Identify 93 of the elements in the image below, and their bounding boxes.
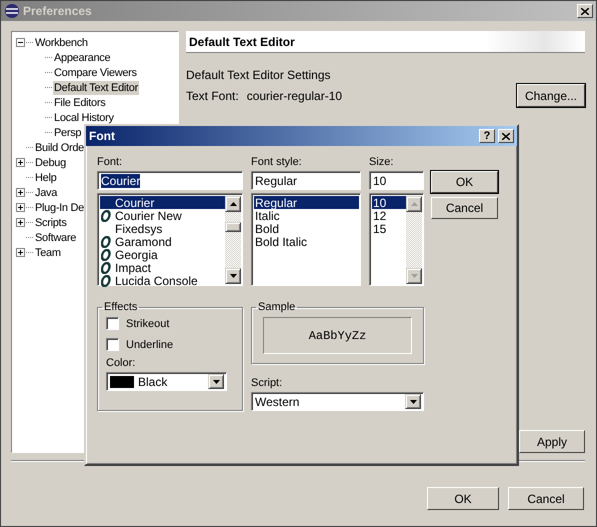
plus-icon bbox=[17, 189, 24, 196]
list-item[interactable]: 15 bbox=[372, 222, 406, 235]
field-label: Color: bbox=[106, 357, 136, 371]
text-font-value: courier-regular-10 bbox=[246, 88, 342, 102]
help-button[interactable]: ? bbox=[479, 129, 495, 143]
style-list[interactable]: Regular Italic Bold Bold Italic bbox=[251, 193, 361, 286]
dropdown-arrow-icon bbox=[410, 400, 416, 404]
apply-button[interactable]: Apply bbox=[519, 430, 585, 453]
app-icon bbox=[4, 3, 20, 19]
list-item[interactable]: Bold bbox=[254, 222, 359, 235]
scroll-down-icon bbox=[410, 274, 418, 278]
font-type-icon bbox=[101, 248, 111, 260]
list-item[interactable]: Courier New bbox=[100, 209, 225, 222]
window-title: Font bbox=[89, 129, 116, 143]
plus-icon bbox=[17, 219, 24, 226]
field-label: Font style: bbox=[251, 156, 303, 170]
text-font-label: Text Font: bbox=[186, 88, 239, 102]
dialog-button[interactable]: OK bbox=[427, 487, 499, 510]
tree-item[interactable]: Default Text Editor bbox=[53, 80, 139, 94]
dialog-button[interactable]: Cancel bbox=[508, 487, 584, 510]
plus-icon bbox=[17, 159, 24, 166]
tree-item[interactable]: Debug bbox=[34, 156, 67, 170]
list-item[interactable]: Regular bbox=[254, 196, 359, 209]
field-label: Script: bbox=[251, 377, 284, 391]
tree-item[interactable]: Compare Viewers bbox=[53, 66, 138, 80]
close-button[interactable] bbox=[498, 129, 514, 143]
scroll-thumb[interactable] bbox=[225, 222, 241, 232]
scrollbar[interactable] bbox=[225, 196, 241, 284]
dialog-button[interactable]: Cancel bbox=[431, 197, 498, 219]
tree-item[interactable]: File Editors bbox=[53, 96, 106, 110]
expander[interactable] bbox=[16, 188, 25, 197]
plus-icon bbox=[17, 249, 24, 256]
change-button[interactable]: Change... bbox=[517, 84, 585, 107]
script-dropdown[interactable]: Western bbox=[251, 392, 424, 411]
tree-item[interactable]: Build Orde bbox=[34, 140, 85, 154]
expander[interactable] bbox=[16, 158, 25, 167]
list-item[interactable]: Georgia bbox=[100, 248, 225, 261]
tree-item[interactable]: Software bbox=[34, 230, 78, 244]
scroll-down-icon bbox=[230, 274, 236, 278]
checkbox[interactable] bbox=[106, 338, 119, 351]
tree-item[interactable]: Scripts bbox=[34, 216, 68, 230]
window-title: Preferences bbox=[23, 4, 93, 18]
size-field[interactable]: 10 bbox=[369, 171, 424, 190]
checkbox[interactable] bbox=[106, 317, 119, 330]
field-label: Size: bbox=[369, 156, 394, 170]
plus-icon bbox=[17, 204, 24, 211]
list-item[interactable]: Impact bbox=[100, 261, 225, 274]
list-item[interactable]: Fixedsys bbox=[100, 222, 225, 235]
font-list[interactable]: Courier Courier New Fixedsys Garamond Georgia Impact Lucida Console bbox=[97, 193, 243, 286]
scrollbar[interactable] bbox=[406, 196, 422, 284]
size-list[interactable]: 10 12 15 bbox=[369, 193, 424, 286]
font-type-icon bbox=[101, 236, 111, 248]
tree-item[interactable]: Team bbox=[34, 246, 62, 260]
list-item[interactable]: Garamond bbox=[100, 235, 225, 248]
tree-item[interactable]: Help bbox=[34, 170, 58, 184]
close-button[interactable] bbox=[577, 4, 593, 18]
list-item[interactable]: Italic bbox=[254, 209, 359, 222]
group-title: Sample bbox=[257, 301, 296, 313]
minus-icon bbox=[17, 39, 24, 46]
font-field[interactable]: Courier bbox=[97, 171, 243, 190]
checkbox-label: Underline bbox=[126, 338, 174, 350]
expander[interactable] bbox=[16, 203, 25, 212]
font-type-icon bbox=[101, 274, 111, 286]
group-title: Effects bbox=[103, 301, 138, 313]
list-item[interactable]: 10 bbox=[372, 196, 406, 209]
tree-item[interactable]: Workbench bbox=[34, 36, 89, 50]
dropdown-arrow-icon bbox=[212, 380, 220, 384]
checkbox-label: Strikeout bbox=[126, 318, 170, 330]
tree-item[interactable]: Persp bbox=[53, 126, 82, 140]
settings-label: Default Text Editor Settings bbox=[186, 68, 331, 82]
scroll-up-icon bbox=[230, 202, 236, 206]
tree-item[interactable]: Local History bbox=[53, 110, 115, 124]
list-item[interactable]: Lucida Console bbox=[100, 274, 225, 287]
page-header: Default Text Editor bbox=[186, 31, 585, 53]
style-field[interactable]: Regular bbox=[251, 171, 361, 190]
field-label: Font: bbox=[97, 156, 124, 170]
font-type-icon bbox=[101, 262, 111, 274]
sample-text: AaBbYyZz bbox=[263, 317, 412, 354]
tree-item[interactable]: Plug-In De bbox=[34, 200, 85, 214]
scroll-up-icon bbox=[410, 202, 418, 206]
list-item[interactable]: Bold Italic bbox=[254, 235, 359, 248]
list-item[interactable]: 12 bbox=[372, 209, 406, 222]
list-item[interactable]: Courier bbox=[100, 196, 225, 209]
tree-item[interactable]: Java bbox=[34, 186, 58, 200]
font-type-icon bbox=[101, 210, 111, 222]
expander[interactable] bbox=[16, 38, 25, 47]
tree-item[interactable]: Appearance bbox=[53, 50, 112, 64]
color-dropdown[interactable]: Black bbox=[106, 372, 227, 391]
close-icon bbox=[581, 8, 589, 14]
expander[interactable] bbox=[16, 248, 25, 257]
close-icon bbox=[502, 132, 510, 140]
dialog-button[interactable]: OK bbox=[431, 171, 498, 193]
expander[interactable] bbox=[16, 218, 25, 227]
